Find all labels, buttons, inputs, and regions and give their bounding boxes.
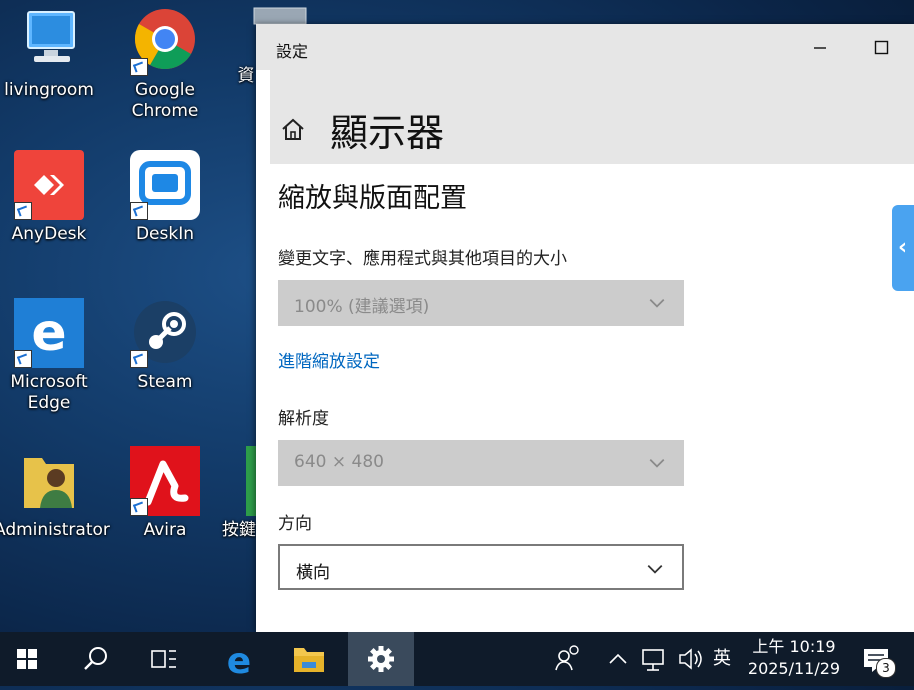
desktop-icon-partial[interactable]: 資	[196, 6, 307, 87]
desktop-icon-label: 按鍵	[222, 520, 256, 540]
window-title: 設定	[276, 42, 309, 61]
minimize-button[interactable]	[796, 24, 842, 70]
file-explorer-icon	[294, 648, 324, 672]
maximize-button[interactable]	[858, 24, 904, 70]
desktop-icon-label: livingroom	[4, 80, 94, 100]
edge-icon: e	[227, 641, 251, 682]
desktop-icon-label: Steam	[137, 372, 193, 392]
taskbar-clock[interactable]: 上午 10:19 2025/11/29	[735, 636, 853, 680]
advanced-scaling-link[interactable]: 進階縮放設定	[278, 347, 380, 372]
computer-icon	[14, 6, 84, 76]
scale-dropdown[interactable]: 100% (建議選項)	[278, 280, 684, 326]
notification-badge: 3	[876, 658, 896, 678]
clock-time: 上午 10:19	[752, 637, 836, 656]
settings-icon	[368, 646, 394, 672]
side-tab-glyph: ‹	[898, 235, 908, 260]
desktop-icon-deskin[interactable]: DeskIn	[110, 150, 220, 245]
resolution-value: 640 × 480	[294, 452, 384, 472]
start-icon	[17, 649, 37, 669]
avira-icon	[130, 446, 200, 516]
shortcut-arrow-icon	[130, 202, 148, 220]
search-button[interactable]	[66, 632, 124, 686]
shortcut-arrow-icon	[130, 58, 148, 76]
page-title: 顯示器	[330, 111, 445, 155]
shortcut-arrow-icon	[130, 498, 148, 516]
desktop-icon-label: AnyDesk	[11, 224, 87, 244]
task-view-button[interactable]	[134, 632, 192, 686]
volume-button[interactable]	[674, 632, 706, 686]
chevron-down-icon	[647, 564, 663, 574]
user-folder-icon	[14, 446, 84, 516]
desktop-icon-label: DeskIn	[135, 224, 195, 244]
chrome-icon	[130, 6, 200, 76]
taskbar-edge[interactable]: e	[210, 632, 268, 686]
taskbar: e 英 上午 10:19 2025/11/29 3	[0, 632, 914, 686]
network-icon	[642, 649, 664, 671]
steam-icon	[130, 298, 200, 368]
desktop-icon-label: Microsoft Edge	[10, 372, 88, 413]
desktop-icon-anydesk[interactable]: AnyDesk	[0, 150, 104, 245]
shortcut-arrow-icon	[130, 350, 148, 368]
home-icon	[282, 118, 304, 140]
title-bar: 設定	[256, 24, 914, 70]
scale-label: 變更文字、應用程式與其他項目的大小	[278, 249, 567, 269]
orientation-label: 方向	[278, 514, 312, 534]
deskin-icon	[130, 150, 200, 220]
settings-window: 設定 顯示器 縮放與版面配置 變更文字、應用程式與其他項目的大小 100% (建…	[256, 24, 914, 632]
app-icon	[214, 446, 256, 516]
desktop-icon-administrator[interactable]: Administrator	[0, 446, 110, 541]
taskbar-file-explorer[interactable]	[280, 632, 338, 686]
minimize-icon	[814, 47, 826, 49]
resolution-dropdown[interactable]: 640 × 480	[278, 440, 684, 486]
anydesk-icon	[14, 150, 84, 220]
clock-date: 2025/11/29	[747, 659, 841, 678]
side-panel-tab[interactable]: ‹	[892, 205, 914, 291]
chevron-down-icon	[649, 298, 665, 308]
desktop-icon-label: Administrator	[0, 520, 110, 540]
desktop-icon-livingroom[interactable]: livingroom	[0, 6, 104, 101]
desktop-icon-label: Avira	[143, 520, 187, 540]
desktop-icon-avira[interactable]: Avira	[110, 446, 220, 541]
task-view-icon	[151, 650, 176, 668]
orientation-dropdown[interactable]: 橫向	[278, 544, 684, 590]
people-icon	[555, 645, 579, 671]
search-icon	[84, 647, 107, 670]
edge-legacy-icon: e	[14, 298, 84, 368]
action-center-button[interactable]: 3	[856, 632, 902, 686]
desktop-icon-edge[interactable]: e Microsoft Edge	[0, 298, 104, 414]
svg-text:e: e	[227, 641, 251, 682]
ime-label: 英	[713, 648, 731, 669]
chevron-up-icon	[609, 653, 627, 664]
svg-text:e: e	[31, 303, 66, 363]
home-button[interactable]	[280, 116, 306, 142]
desktop-icon-steam[interactable]: Steam	[110, 298, 220, 393]
desktop-icon-partial-2[interactable]: 按鍵	[214, 446, 256, 541]
page-header: 顯示器	[270, 70, 914, 164]
shortcut-arrow-icon	[14, 350, 32, 368]
section-title: 縮放與版面配置	[278, 183, 467, 214]
taskbar-settings[interactable]	[348, 632, 414, 686]
volume-icon	[679, 648, 702, 670]
input-method-indicator[interactable]: 英	[710, 632, 734, 686]
resolution-label: 解析度	[278, 409, 329, 429]
maximize-icon	[874, 40, 889, 55]
chevron-down-icon	[649, 458, 665, 468]
shortcut-arrow-icon	[14, 202, 32, 220]
start-button[interactable]	[0, 632, 58, 686]
people-button[interactable]	[550, 632, 586, 686]
orientation-value: 橫向	[296, 563, 330, 583]
show-hidden-icons-button[interactable]	[604, 632, 632, 686]
scale-value: 100% (建議選項)	[294, 297, 430, 317]
network-button[interactable]	[638, 632, 670, 686]
